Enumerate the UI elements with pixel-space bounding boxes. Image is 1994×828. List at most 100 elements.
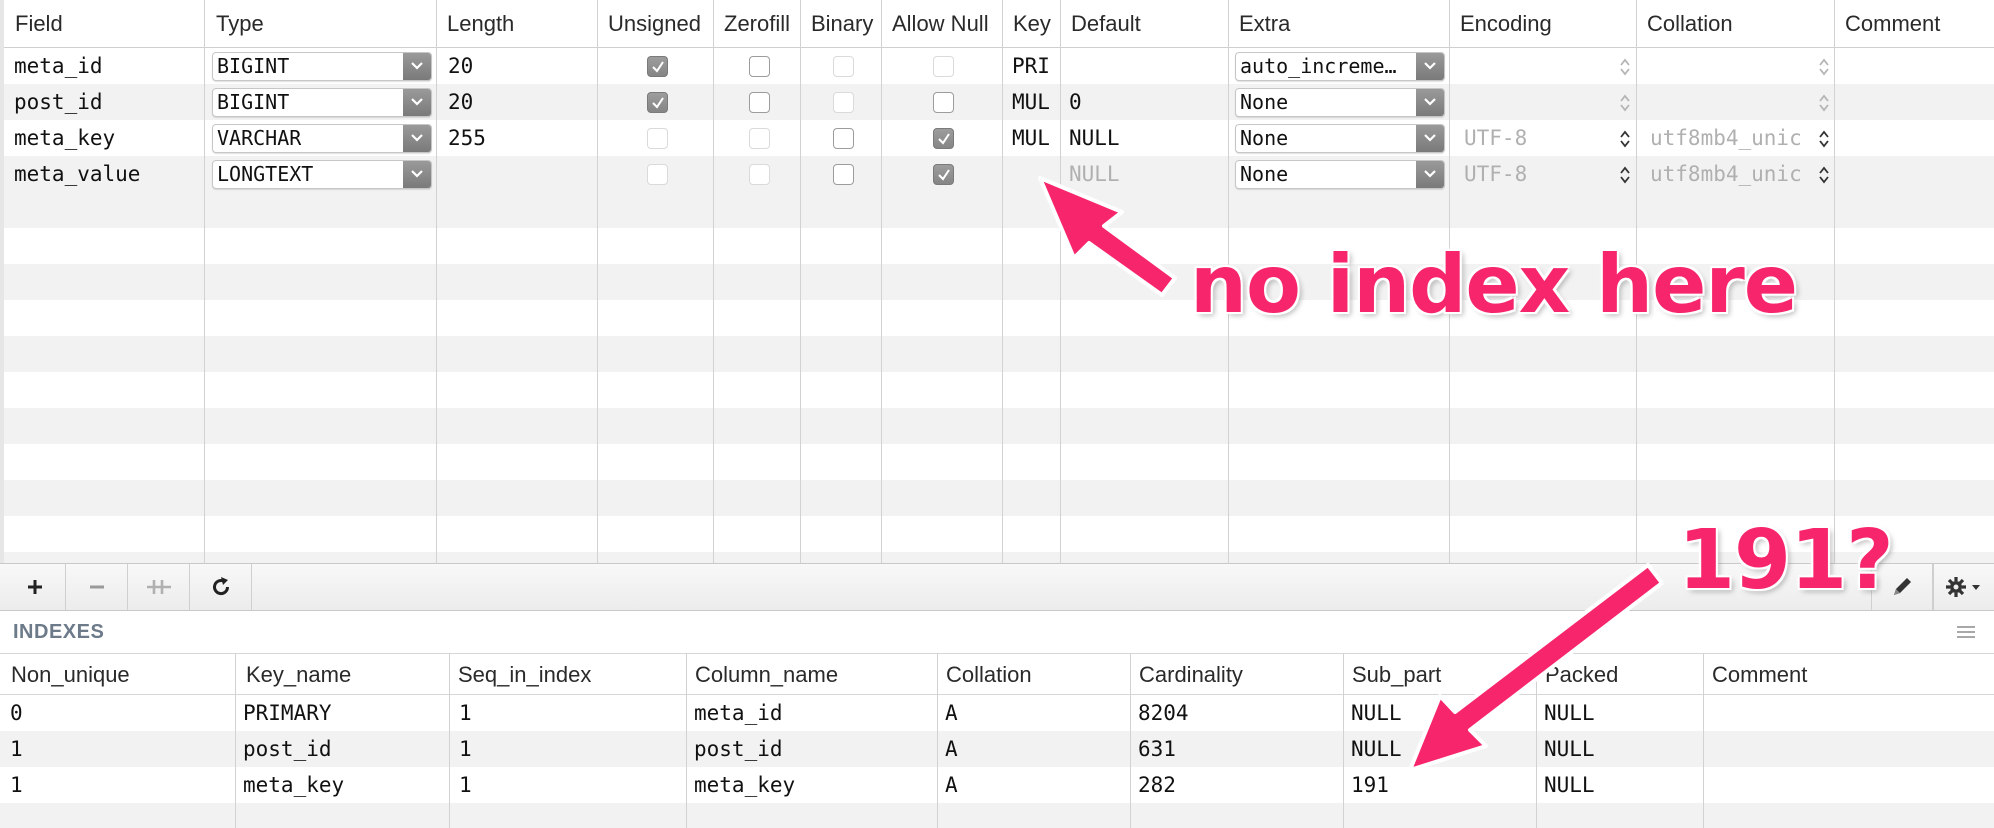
hamburger-menu-icon[interactable] (1956, 624, 1976, 640)
index-seq: 1 (459, 737, 472, 761)
encoding-stepper[interactable] (1464, 84, 1614, 120)
length-value[interactable] (442, 156, 592, 192)
field-row[interactable]: meta_key VARCHAR 255 MUL NULL None UTF-8… (4, 120, 1994, 156)
field-name[interactable]: meta_value (8, 156, 204, 192)
index-row[interactable]: 1 post_id 1 post_id A 631 NULL NULL (0, 731, 1994, 767)
index-header-packed[interactable]: Packed (1536, 654, 1618, 696)
unsigned-checkbox[interactable] (647, 56, 668, 77)
column-header-allow-null[interactable]: Allow Null (883, 0, 1003, 48)
column-divider (1002, 0, 1003, 563)
type-select[interactable]: LONGTEXT (212, 160, 432, 189)
index-comment (1703, 731, 1711, 767)
column-header-type[interactable]: Type (207, 0, 437, 48)
column-header-unsigned[interactable]: Unsigned (599, 0, 714, 48)
index-header-collation[interactable]: Collation (937, 654, 1032, 696)
column-header-default[interactable]: Default (1062, 0, 1229, 48)
up-down-arrows-icon[interactable] (1618, 165, 1632, 185)
field-row[interactable]: post_id BIGINT 20 MUL 0 None (4, 84, 1994, 120)
index-header-sub-part[interactable]: Sub_part (1343, 654, 1441, 696)
extra-select-value: None (1240, 162, 1289, 186)
type-select[interactable]: VARCHAR (212, 124, 432, 153)
index-header-key-name[interactable]: Key_name (237, 654, 351, 696)
up-down-arrows-icon[interactable] (1817, 57, 1831, 77)
allow-null-checkbox[interactable] (933, 92, 954, 113)
index-key-name: post_id (243, 737, 332, 761)
index-cardinality: 8204 (1138, 701, 1189, 725)
extra-select[interactable]: None (1235, 88, 1445, 117)
column-header-length[interactable]: Length (438, 0, 598, 48)
field-row[interactable]: meta_id BIGINT 20 PRI auto_increme… (4, 48, 1994, 84)
zerofill-checkbox[interactable] (749, 56, 770, 77)
index-header-non-unique[interactable]: Non_unique (2, 654, 130, 696)
duplicate-field-button[interactable] (128, 564, 190, 610)
index-seq: 1 (459, 701, 472, 725)
index-non-unique: 1 (10, 773, 23, 797)
binary-checkbox[interactable] (833, 164, 854, 185)
empty-row (4, 480, 1994, 516)
encoding-stepper[interactable]: UTF-8 (1464, 120, 1614, 156)
default-value[interactable]: NULL (1063, 156, 1223, 192)
collation-stepper[interactable]: utf8mb4_unic (1650, 156, 1818, 192)
collation-stepper[interactable] (1650, 48, 1820, 84)
extra-select[interactable]: None (1235, 124, 1445, 153)
column-header-field[interactable]: Field (6, 0, 206, 48)
up-down-arrows-icon[interactable] (1817, 93, 1831, 113)
unsigned-checkbox (647, 128, 668, 149)
allow-null-checkbox[interactable] (933, 128, 954, 149)
field-name[interactable]: post_id (8, 84, 204, 120)
column-header-key[interactable]: Key (1004, 0, 1061, 48)
add-field-button[interactable] (4, 564, 66, 610)
column-header-collation[interactable]: Collation (1638, 0, 1835, 48)
index-header-cardinality[interactable]: Cardinality (1130, 654, 1243, 696)
up-down-arrows-icon[interactable] (1618, 93, 1632, 113)
index-header-column-name[interactable]: Column_name (686, 654, 838, 696)
chevron-down-icon (1416, 53, 1444, 80)
unsigned-checkbox[interactable] (647, 92, 668, 113)
length-value[interactable]: 255 (442, 120, 592, 156)
extra-select[interactable]: auto_increme… (1235, 52, 1445, 81)
binary-checkbox[interactable] (833, 128, 854, 149)
field-row[interactable]: meta_value LONGTEXT NULL None UTF-8 utf8… (4, 156, 1994, 192)
column-header-extra[interactable]: Extra (1230, 0, 1450, 48)
zerofill-checkbox[interactable] (749, 92, 770, 113)
index-header-comment[interactable]: Comment (1703, 654, 1807, 696)
column-divider (1536, 653, 1537, 828)
key-value: MUL (1012, 126, 1050, 150)
index-packed: NULL (1544, 701, 1595, 725)
index-row[interactable]: 0 PRIMARY 1 meta_id A 8204 NULL NULL (0, 695, 1994, 731)
settings-menu-button[interactable] (1933, 564, 1994, 610)
type-select[interactable]: BIGINT (212, 88, 432, 117)
default-value[interactable]: NULL (1063, 120, 1223, 156)
up-down-arrows-icon[interactable] (1817, 129, 1831, 149)
column-header-binary[interactable]: Binary (802, 0, 882, 48)
field-name[interactable]: meta_key (8, 120, 204, 156)
default-value[interactable]: 0 (1063, 84, 1223, 120)
remove-field-button[interactable] (66, 564, 128, 610)
length-value[interactable]: 20 (442, 48, 592, 84)
chevron-down-icon (403, 53, 431, 80)
collation-stepper[interactable] (1650, 84, 1820, 120)
column-header-zerofill[interactable]: Zerofill (715, 0, 801, 48)
length-value[interactable]: 20 (442, 84, 592, 120)
index-header-seq-in-index[interactable]: Seq_in_index (449, 654, 591, 696)
index-column-name: meta_id (694, 701, 783, 725)
refresh-button[interactable] (190, 564, 252, 610)
extra-select[interactable]: None (1235, 160, 1445, 189)
type-select[interactable]: BIGINT (212, 52, 432, 81)
type-select-value: BIGINT (217, 90, 290, 114)
index-row[interactable]: 1 meta_key 1 meta_key A 282 191 NULL (0, 767, 1994, 803)
up-down-arrows-icon[interactable] (1618, 129, 1632, 149)
field-name[interactable]: meta_id (8, 48, 204, 84)
index-cardinality: 282 (1138, 773, 1176, 797)
up-down-arrows-icon[interactable] (1817, 165, 1831, 185)
encoding-stepper[interactable]: UTF-8 (1464, 156, 1614, 192)
column-header-comment[interactable]: Comment (1836, 0, 1994, 48)
up-down-arrows-icon[interactable] (1618, 57, 1632, 77)
encoding-stepper[interactable] (1464, 48, 1614, 84)
allow-null-checkbox[interactable] (933, 164, 954, 185)
column-divider (1343, 653, 1344, 828)
column-header-encoding[interactable]: Encoding (1451, 0, 1637, 48)
collation-stepper[interactable]: utf8mb4_unic (1650, 120, 1818, 156)
extra-select-value: None (1240, 90, 1289, 114)
default-value[interactable] (1063, 48, 1223, 84)
